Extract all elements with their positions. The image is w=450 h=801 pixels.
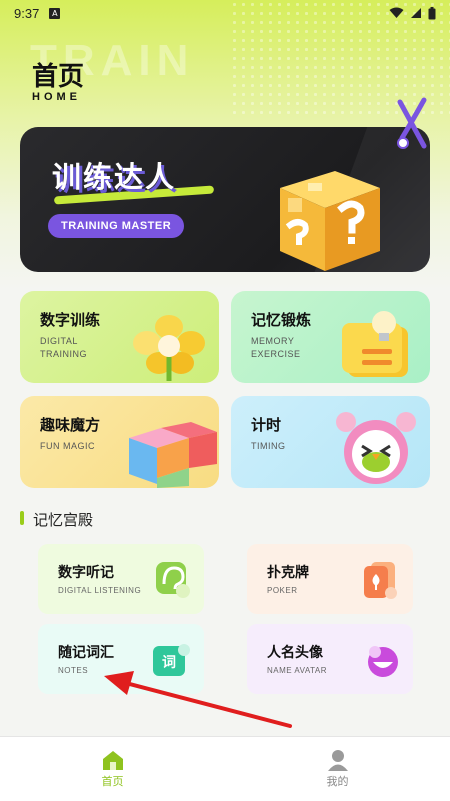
card-poker[interactable]: 扑克牌 POKER <box>247 544 413 614</box>
tab-home[interactable]: 首页 <box>0 737 225 801</box>
alarm-clock-bird-icon <box>336 412 416 484</box>
home-icon <box>102 751 123 770</box>
bottom-tab-bar: 首页 我的 <box>0 736 450 801</box>
battery-icon <box>428 6 436 19</box>
card-subtitle: POKER <box>267 586 298 595</box>
tab-label: 首页 <box>101 775 124 788</box>
card-subtitle: MEMORY EXERCISE <box>251 336 301 359</box>
section-indicator <box>20 511 24 525</box>
card-digital-training[interactable]: 数字训练 DIGITAL TRAINING <box>20 291 219 383</box>
card-subtitle: FUN MAGIC <box>40 441 95 451</box>
banner-pill: TRAINING MASTER <box>48 214 185 238</box>
card-title: 记忆锻炼 <box>251 311 312 329</box>
training-master-banner[interactable]: 训练达人 TRAINING MASTER <box>20 127 430 272</box>
ear-icon <box>156 562 190 598</box>
status-icons <box>389 6 436 20</box>
card-title: 数字训练 <box>40 311 101 329</box>
decor-x-icon <box>397 97 427 149</box>
signal-icon <box>411 8 421 18</box>
card-title: 扑克牌 <box>267 565 309 581</box>
card-fun-magic[interactable]: 趣味魔方 FUN MAGIC <box>20 396 219 488</box>
poker-card-icon <box>364 562 397 599</box>
question-cube-icon <box>280 171 380 271</box>
card-digital-listening[interactable]: 数字听记 DIGITAL LISTENING <box>38 544 204 614</box>
status-time: 9:37 <box>14 5 40 21</box>
notebook-bulb-icon <box>342 311 408 377</box>
card-memory-exercise[interactable]: 记忆锻炼 MEMORY EXERCISE <box>231 291 430 383</box>
page-subtitle: HOME <box>32 91 81 103</box>
card-timing[interactable]: 计时 TIMING <box>231 396 430 488</box>
card-subtitle: DIGITAL TRAINING <box>40 336 88 359</box>
card-title: 随记词汇 <box>58 645 114 661</box>
banner-title: 训练达人 <box>52 160 177 194</box>
card-title: 趣味魔方 <box>40 416 101 434</box>
avatar-icon <box>368 646 398 677</box>
user-icon <box>327 750 348 771</box>
card-subtitle: TIMING <box>251 441 286 451</box>
page-title: 首页 <box>32 62 85 92</box>
notification-icon: A <box>49 7 61 19</box>
card-title: 数字听记 <box>58 565 114 581</box>
red-arrow-annotation <box>104 671 292 728</box>
status-bar: 9:37 A <box>0 0 450 26</box>
card-subtitle: NOTES <box>58 666 89 675</box>
card-subtitle: DIGITAL LISTENING <box>58 586 142 595</box>
card-title: 计时 <box>251 416 282 434</box>
tab-mine[interactable]: 我的 <box>225 737 450 801</box>
cube-blocks-icon <box>129 422 217 488</box>
tab-label: 我的 <box>326 775 349 788</box>
card-title: 人名头像 <box>267 645 323 661</box>
section-title: 记忆宫殿 <box>33 511 94 529</box>
wifi-icon <box>389 7 404 18</box>
flower-icon <box>133 315 205 381</box>
